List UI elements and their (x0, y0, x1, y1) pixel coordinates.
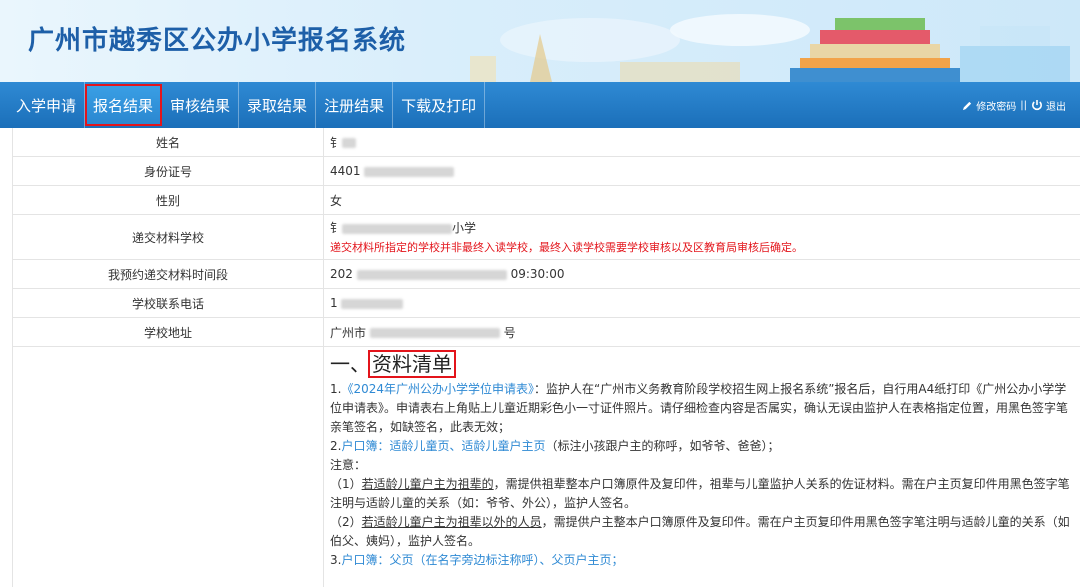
change-password-label: 修改密码 (976, 101, 1017, 113)
nav-item-application[interactable]: 入学申请 (0, 82, 86, 128)
table-row: 递交材料学校 钅 小学 递交材料所指定的学校并非最终入读学校，最终入读学校需要学校… (12, 215, 1080, 260)
address-label: 学校地址 (12, 318, 324, 346)
redaction-mask (341, 298, 404, 309)
redaction-mask (369, 328, 500, 338)
list-item: 3.户口簿：父页（在名字旁边标注称呼）、父页户主页； (330, 551, 1076, 570)
table-row: 一、 资料清单 1.《2024年广州公办小学学位申请表》：监护人在“广州市义务教育… (12, 347, 1080, 587)
phone-label: 学校联系电话 (12, 289, 324, 317)
list-item: 1.《2024年广州公办小学学位申请表》：监护人在“广州市义务教育阶段学校招生网… (330, 380, 1076, 437)
item-link[interactable]: 《2024年广州公办小学学位申请表》 (341, 382, 534, 396)
table-row: 身份证号 4401 (12, 157, 1080, 186)
material-list-heading: 一、 资料清单 (330, 350, 1076, 378)
logout-label: 退出 (1046, 101, 1066, 113)
table-row: 性别 女 (12, 186, 1080, 215)
item-underlined: 若适龄儿童户主为祖辈以外的人员 (361, 515, 542, 529)
site-header: 广州市越秀区公办小学报名系统 (0, 0, 1080, 82)
school-value-suffix: 小学 (452, 221, 477, 235)
nav-item-registration-result[interactable]: 报名结果 (85, 84, 163, 126)
name-label: 姓名 (12, 128, 324, 156)
redaction-mask (342, 138, 357, 148)
nav-separator: || (1020, 99, 1027, 111)
address-value-suffix: 号 (503, 325, 516, 340)
main-nav: 入学申请 报名结果 审核结果 录取结果 注册结果 下载及打印 修改密码 || 退… (0, 82, 1080, 128)
gender-label: 性别 (12, 186, 324, 214)
material-list-content: 一、 资料清单 1.《2024年广州公办小学学位申请表》：监护人在“广州市义务教育… (324, 347, 1080, 570)
time-value-cell: 202 09:30:00 (324, 260, 1080, 288)
item-text: （标注小孩跟户主的称呼，如爷爷、爸爸）； (545, 439, 780, 453)
note-label: 注意： (330, 458, 367, 472)
nav-item-download-print[interactable]: 下载及打印 (393, 82, 486, 128)
time-value-suffix: 09:30:00 (510, 267, 565, 281)
address-value-cell: 广州市 号 (324, 318, 1080, 346)
heading-prefix: 一、 (330, 352, 370, 376)
nav-item-enrollment-result[interactable]: 注册结果 (316, 82, 394, 128)
item-link[interactable]: 户口簿：父页（在名字旁边标注称呼）、父页户主页； (341, 553, 623, 567)
item-number: 3. (330, 553, 342, 567)
redaction-mask (356, 269, 507, 280)
heading-text: 资料清单 (368, 350, 456, 378)
school-label: 递交材料学校 (12, 215, 324, 259)
item-number: 2. (330, 439, 342, 453)
time-label: 我预约递交材料时间段 (12, 260, 324, 288)
list-item: 2.户口簿：适龄儿童页、适龄儿童户主页（标注小孩跟户主的称呼，如爷爷、爸爸）； (330, 437, 1076, 456)
id-value-cell: 4401 (324, 157, 1080, 185)
material-list: 一、 资料清单 1.《2024年广州公办小学学位申请表》：监护人在“广州市义务教育… (324, 347, 1080, 587)
item-number: （1） (330, 477, 362, 491)
phone-value-cell: 1 (324, 289, 1080, 317)
table-row: 姓名 钅 (12, 128, 1080, 157)
gender-value: 女 (330, 193, 343, 208)
name-value-cell: 钅 (324, 128, 1080, 156)
id-label: 身份证号 (12, 157, 324, 185)
school-warning: 递交材料所指定的学校并非最终入读学校，最终入读学校需要学校审核以及区教育局审核后… (330, 241, 803, 254)
nav-item-review-result[interactable]: 审核结果 (162, 82, 240, 128)
redaction-mask (364, 166, 455, 177)
phone-value: 1 (330, 296, 338, 310)
redaction-mask (342, 223, 453, 234)
school-value-cell: 钅 小学 递交材料所指定的学校并非最终入读学校，最终入读学校需要学校审核以及区教育… (324, 215, 1080, 259)
list-item: （1）若适龄儿童户主为祖辈的，需提供祖辈整本户口簿原件及复印件，祖辈与儿童监护人… (330, 475, 1076, 513)
pencil-icon (963, 101, 972, 110)
logout-link[interactable]: 退出 (1031, 98, 1066, 113)
header-decoration-books (470, 14, 1070, 82)
registration-info-table: 姓名 钅 身份证号 4401 性别 女 递交材料学校 钅小学 递交材料所指定的学… (12, 128, 1080, 587)
site-title: 广州市越秀区公办小学报名系统 (28, 26, 407, 56)
table-row: 学校联系电话 1 (12, 289, 1080, 318)
doc-label-cell (12, 347, 324, 587)
nav-item-admission-result[interactable]: 录取结果 (239, 82, 317, 128)
power-icon (1032, 100, 1042, 111)
item-number: （2） (330, 515, 362, 529)
address-value-prefix: 广州市 (330, 325, 367, 340)
item-number: 1. (330, 382, 342, 396)
school-value-prefix: 钅 (330, 221, 343, 235)
id-value: 4401 (330, 164, 361, 178)
table-row: 我预约递交材料时间段 202 09:30:00 (12, 260, 1080, 289)
item-link[interactable]: 户口簿：适龄儿童页、适龄儿童户主页 (341, 439, 545, 453)
time-value-prefix: 202 (330, 267, 353, 281)
name-value: 钅 (330, 135, 343, 150)
change-password-link[interactable]: 修改密码 (962, 98, 1016, 113)
item-underlined: 若适龄儿童户主为祖辈的 (361, 477, 494, 491)
user-actions: 修改密码 || 退出 (962, 82, 1066, 128)
list-item: （2）若适龄儿童户主为祖辈以外的人员，需提供户主整本户口簿原件及复印件。需在户主… (330, 513, 1076, 551)
table-row: 学校地址 广州市 号 (12, 318, 1080, 347)
